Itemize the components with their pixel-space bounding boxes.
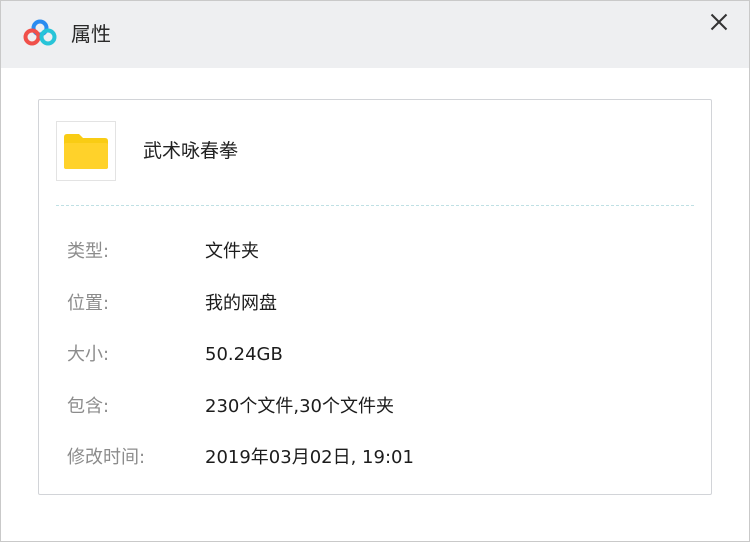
folder-icon — [64, 134, 108, 169]
baidu-netdisk-logo-icon — [23, 19, 57, 47]
modified-time-value: 2019年03月02日, 19:01 — [205, 447, 414, 468]
size-label: 大小: — [67, 344, 110, 365]
property-row-modified: 修改时间: 2019年03月02日, 19:01 — [67, 443, 687, 473]
property-row-type: 类型: 文件夹 — [67, 237, 687, 267]
properties-dialog: 属性 武术咏春拳 类型: 文件夹 位置: 我的网盘 大小: 50.24GB 包含… — [0, 0, 750, 542]
property-row-contains: 包含: 230个文件,30个文件夹 — [67, 392, 687, 422]
close-button[interactable] — [701, 5, 737, 39]
contains-value: 230个文件,30个文件夹 — [205, 396, 394, 417]
property-row-size: 大小: 50.24GB — [67, 340, 687, 370]
window-title: 属性 — [71, 22, 111, 46]
contains-label: 包含: — [67, 396, 110, 417]
title-bar[interactable]: 属性 — [1, 1, 749, 68]
location-value: 我的网盘 — [205, 293, 277, 314]
property-row-location: 位置: 我的网盘 — [67, 289, 687, 319]
modified-time-label: 修改时间: — [67, 447, 146, 468]
type-value: 文件夹 — [205, 241, 259, 262]
size-value: 50.24GB — [205, 344, 283, 365]
file-icon-frame — [56, 121, 116, 181]
type-label: 类型: — [67, 241, 110, 262]
file-name: 武术咏春拳 — [143, 140, 239, 162]
close-icon — [710, 13, 728, 31]
divider — [56, 205, 694, 206]
properties-panel: 武术咏春拳 类型: 文件夹 位置: 我的网盘 大小: 50.24GB 包含: 2… — [38, 99, 712, 495]
location-label: 位置: — [67, 293, 110, 314]
